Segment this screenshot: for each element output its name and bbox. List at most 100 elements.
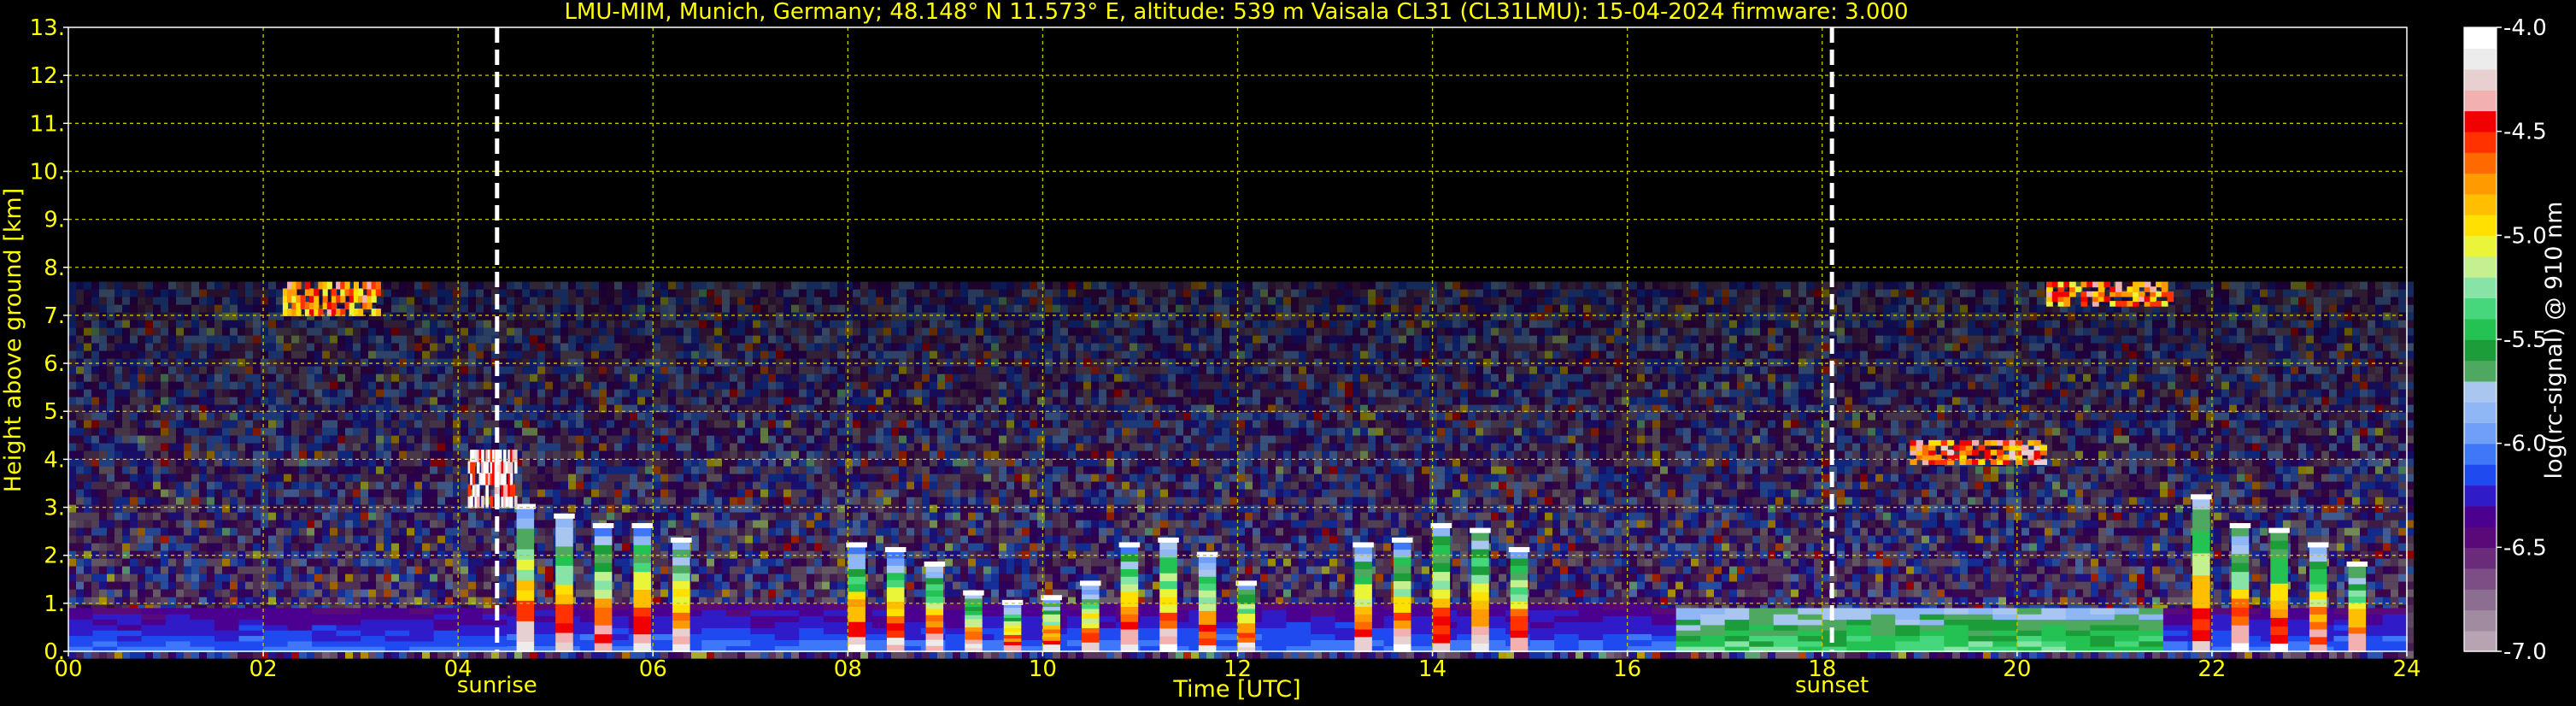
noise-cell: [84, 589, 91, 597]
noise-cell: [445, 589, 453, 597]
noise-cell: [576, 304, 584, 313]
noise-cell: [391, 389, 399, 397]
noise-cell: [568, 327, 576, 336]
noise-cell: [276, 581, 284, 590]
noise-cell: [122, 350, 130, 359]
noise-cell: [437, 366, 445, 374]
noise-cell: [199, 466, 207, 474]
noise-cell: [768, 312, 776, 321]
noise-cell: [607, 435, 614, 444]
noise-cell: [430, 374, 437, 382]
noise-cell: [722, 489, 730, 497]
noise-cell: [807, 481, 814, 490]
noise-cell: [622, 466, 630, 474]
noise-cell: [614, 427, 622, 436]
noise-cell: [138, 304, 145, 313]
noise-cell: [376, 574, 384, 582]
noise-cell: [607, 481, 614, 490]
noise-cell: [314, 543, 322, 551]
noise-cell: [545, 574, 553, 582]
noise-cell: [230, 420, 238, 428]
noise-cell: [560, 335, 568, 344]
noise-cell: [407, 497, 414, 505]
noise-cell: [799, 574, 807, 582]
noise-cell: [691, 543, 699, 551]
noise-cell: [245, 474, 253, 482]
noise-cell: [461, 589, 468, 597]
noise-cell: [107, 558, 114, 567]
noise-cell: [799, 381, 807, 390]
noise-cell: [322, 335, 330, 344]
noise-cell: [622, 474, 630, 482]
noise-cell: [637, 374, 645, 382]
noise-cell: [384, 374, 391, 382]
noise-cell: [91, 474, 99, 482]
noise-cell: [299, 389, 307, 397]
noise-cell: [730, 358, 737, 367]
noise-cell: [245, 381, 253, 390]
noise-cell: [214, 343, 222, 351]
noise-cell: [345, 558, 353, 567]
noise-cell: [591, 304, 599, 313]
noise-cell: [391, 435, 399, 444]
noise-cell: [391, 481, 399, 490]
noise-cell: [722, 335, 730, 344]
noise-cell: [830, 320, 837, 328]
noise-cell: [730, 304, 737, 313]
noise-cell: [130, 304, 138, 313]
noise-cell: [91, 289, 99, 297]
noise-cell: [207, 443, 214, 451]
noise-cell: [191, 481, 199, 490]
noise-cell: [468, 374, 476, 382]
noise-cell: [161, 389, 168, 397]
noise-cell: [576, 527, 584, 536]
noise-cell: [222, 427, 230, 436]
noise-cell: [322, 512, 330, 521]
noise-cell: [384, 497, 391, 505]
noise-cell: [322, 581, 330, 590]
noise-cell: [261, 412, 268, 421]
noise-cell: [84, 489, 91, 497]
noise-cell: [161, 497, 168, 505]
noise-cell: [168, 497, 176, 505]
noise-cell: [822, 420, 830, 428]
noise-cell: [184, 527, 191, 536]
noise-cell: [822, 366, 830, 374]
noise-cell: [584, 281, 591, 290]
noise-cell: [584, 358, 591, 367]
noise-cell: [91, 374, 99, 382]
noise-cell: [476, 335, 484, 344]
noise-cell: [676, 450, 684, 459]
noise-cell: [645, 435, 653, 444]
noise-cell: [353, 535, 361, 544]
noise-cell: [468, 343, 476, 351]
noise-cell: [691, 574, 699, 582]
noise-cell: [507, 281, 514, 290]
noise-cell: [68, 358, 76, 367]
noise-cell: [530, 312, 537, 321]
noise-cell: [114, 435, 122, 444]
noise-cell: [807, 420, 814, 428]
noise-cell: [276, 481, 284, 490]
noise-cell: [276, 427, 284, 436]
noise-cell: [737, 374, 745, 382]
noise-cell: [845, 481, 853, 490]
noise-cell: [737, 512, 745, 521]
noise-cell: [707, 566, 714, 574]
noise-cell: [837, 327, 845, 336]
noise-cell: [807, 427, 814, 436]
noise-cell: [138, 581, 145, 590]
noise-cell: [176, 366, 184, 374]
noise-cell: [368, 350, 376, 359]
noise-cell: [276, 397, 284, 405]
noise-cell: [614, 304, 622, 313]
noise-cell: [668, 443, 676, 451]
noise-cell: [314, 558, 322, 567]
noise-cell: [268, 504, 276, 513]
noise-cell: [399, 289, 407, 297]
noise-cell: [676, 504, 684, 513]
noise-cell: [161, 535, 168, 544]
noise-cell: [368, 558, 376, 567]
noise-cell: [745, 397, 753, 405]
noise-cell: [99, 427, 107, 436]
